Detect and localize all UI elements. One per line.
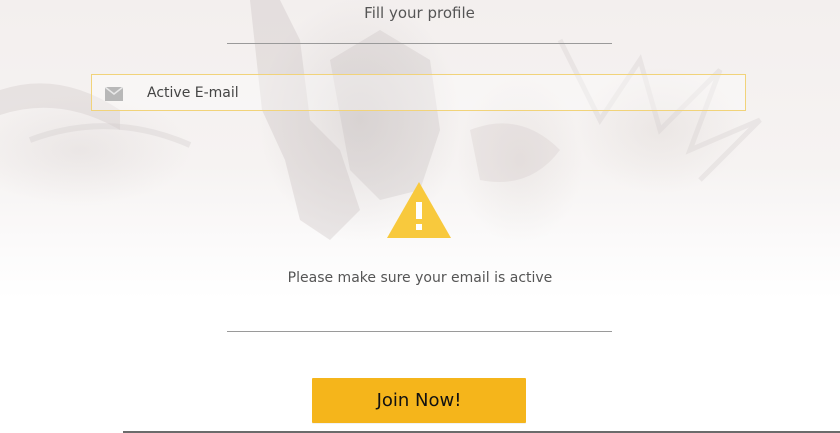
warning-icon xyxy=(385,180,453,240)
background-illustration xyxy=(0,0,762,240)
join-now-button[interactable]: Join Now! xyxy=(312,378,526,423)
email-notice: Please make sure your email is active xyxy=(287,270,553,286)
background-artwork xyxy=(0,0,840,300)
email-input[interactable] xyxy=(147,77,707,108)
mail-icon xyxy=(104,85,124,101)
notice-divider xyxy=(227,331,612,332)
page-title: Fill your profile xyxy=(364,4,475,22)
profile-page: Fill your profile Please make sure your … xyxy=(0,0,840,433)
title-divider xyxy=(227,43,612,44)
email-field[interactable] xyxy=(91,74,746,111)
